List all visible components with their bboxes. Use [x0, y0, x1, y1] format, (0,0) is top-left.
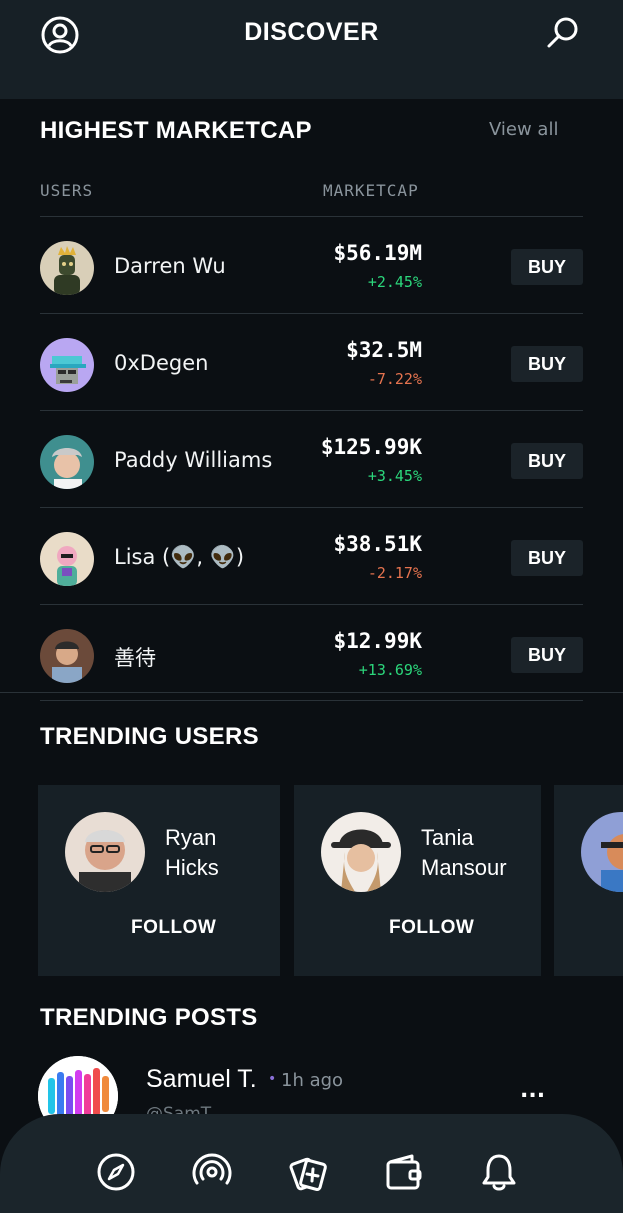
trending-user-name: Tania Mansour: [421, 823, 507, 883]
user-name: Paddy Williams: [114, 448, 273, 472]
marketcap-column-header: MARKETCAP: [323, 181, 419, 200]
user-name: Darren Wu: [114, 254, 226, 278]
marketcap-value: $32.5M: [346, 338, 422, 362]
marketcap-row[interactable]: Lisa (👽, 👽) $38.51K -2.17% BUY: [40, 507, 583, 604]
avatar: [581, 812, 623, 892]
post-author-name[interactable]: Samuel T.: [146, 1065, 257, 1094]
avatar: [40, 532, 94, 586]
change-percent: -7.22%: [367, 370, 422, 388]
marketcap-value: $125.99K: [320, 435, 422, 459]
marketcap-row[interactable]: Darren Wu $56.19M +2.45% BUY: [40, 216, 583, 313]
name-line: Hicks: [165, 855, 219, 880]
top-bar: DISCOVER: [0, 0, 623, 99]
trending-user-name: Ryan Hicks: [165, 823, 219, 883]
follow-button[interactable]: FOLLOW: [389, 917, 474, 939]
separator-dot: •: [268, 1071, 277, 1087]
users-column-header: USERS: [40, 181, 94, 200]
search-icon[interactable]: [545, 15, 581, 51]
marketcap-row[interactable]: 0xDegen $32.5M -7.22% BUY: [40, 313, 583, 410]
broadcast-icon[interactable]: [192, 1152, 232, 1192]
trending-user-card-partial[interactable]: [554, 785, 623, 976]
divider: [40, 700, 583, 701]
change-percent: +2.45%: [367, 273, 422, 291]
buy-button[interactable]: BUY: [511, 249, 583, 285]
trending-user-card[interactable]: Tania Mansour FOLLOW: [294, 785, 541, 976]
buy-button[interactable]: BUY: [511, 540, 583, 576]
change-percent: +13.69%: [358, 661, 422, 679]
name-line: Tania: [421, 825, 474, 850]
compass-icon[interactable]: [96, 1152, 136, 1192]
trending-user-card[interactable]: Ryan Hicks FOLLOW: [38, 785, 280, 976]
more-options-icon[interactable]: ...: [520, 1078, 545, 1103]
user-name: 0xDegen: [114, 351, 209, 375]
marketcap-row[interactable]: Paddy Williams $125.99K +3.45% BUY: [40, 410, 583, 507]
avatar: [40, 435, 94, 489]
change-percent: +3.45%: [367, 467, 422, 485]
marketcap-row[interactable]: 善待 $12.99K +13.69% BUY: [40, 604, 583, 701]
change-percent: -2.17%: [367, 564, 422, 582]
marketcap-value: $12.99K: [333, 629, 422, 653]
avatar: [65, 812, 145, 892]
cards-add-icon[interactable]: [288, 1152, 328, 1192]
view-all-link[interactable]: View all: [489, 119, 558, 140]
avatar: [40, 338, 94, 392]
wallet-icon[interactable]: [384, 1152, 424, 1192]
marketcap-value: $56.19M: [333, 241, 422, 265]
trending-users-title: TRENDING USERS: [40, 723, 259, 750]
user-name: 善待: [114, 646, 156, 670]
marketcap-value: $38.51K: [333, 532, 422, 556]
section-divider: [0, 692, 623, 693]
marketcap-section-title: HIGHEST MARKETCAP: [40, 117, 312, 144]
avatar: [40, 629, 94, 683]
trending-posts-title: TRENDING POSTS: [40, 1004, 258, 1031]
user-name: Lisa (👽, 👽): [114, 545, 245, 569]
name-line: Ryan: [165, 825, 217, 850]
post-timestamp: 1h ago: [281, 1070, 344, 1091]
page-title: DISCOVER: [244, 18, 379, 46]
bottom-tab-bar: [0, 1114, 623, 1213]
bell-icon[interactable]: [479, 1152, 519, 1192]
avatar: [40, 241, 94, 295]
buy-button[interactable]: BUY: [511, 637, 583, 673]
follow-button[interactable]: FOLLOW: [131, 917, 216, 939]
buy-button[interactable]: BUY: [511, 443, 583, 479]
buy-button[interactable]: BUY: [511, 346, 583, 382]
avatar: [321, 812, 401, 892]
name-line: Mansour: [421, 855, 507, 880]
